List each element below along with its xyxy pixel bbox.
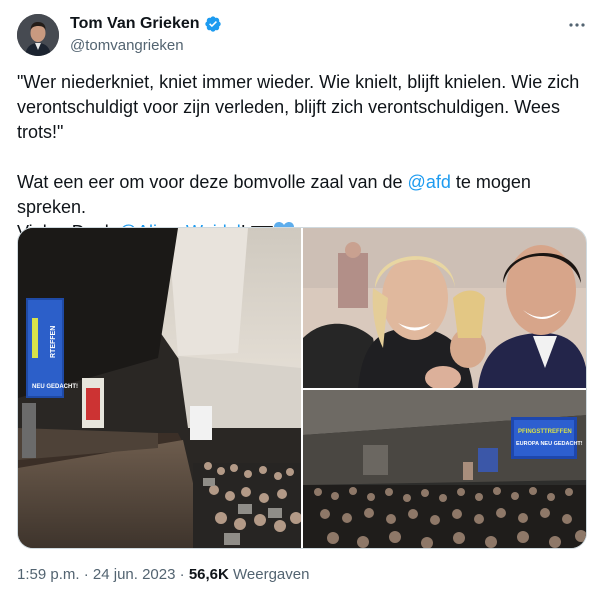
author-display-name[interactable]: Tom Van Grieken [70, 14, 200, 34]
author-name[interactable]: Tom Van Grieken [70, 14, 222, 34]
views-label: Weergaven [228, 566, 310, 583]
tweet-time-link[interactable]: 1:59 p.m. [17, 566, 80, 583]
meta-separator: · [175, 566, 189, 583]
tweet-metadata: 1:59 p.m. · 24 jun. 2023 · 56,6K Weergav… [17, 565, 309, 585]
tweet-text: "Wer niederkniet, kniet immer wieder. Wi… [17, 70, 587, 248]
more-options-button[interactable] [566, 14, 588, 36]
ellipsis-icon [569, 23, 585, 27]
stage-screen-subtext: NEU GEDACHT! [32, 384, 78, 390]
mention-afd-link[interactable]: @afd [408, 172, 451, 192]
verified-badge-icon [204, 16, 221, 32]
avatar[interactable] [17, 14, 59, 56]
media-image-selfie[interactable] [303, 228, 586, 388]
stage-screen-text: RTEFFEN [50, 326, 57, 358]
author-handle[interactable]: @tomvangrieken [70, 36, 184, 56]
media-grid: RTEFFEN NEU GEDACHT! PFINGSTTREFFEN EURO… [17, 227, 587, 549]
hall-screen-subtext: EUROPA NEU GEDACHT! [516, 441, 583, 447]
views-count: 56,6K [188, 566, 229, 583]
media-image-stage[interactable]: RTEFFEN NEU GEDACHT! [18, 228, 301, 548]
media-image-hall[interactable]: PFINGSTTREFFEN EUROPA NEU GEDACHT! [303, 390, 586, 548]
tweet-card: Tom Van Grieken @tomvangrieken "Wer nied… [0, 0, 604, 600]
hall-screen-text: PFINGSTTREFFEN [518, 429, 572, 435]
meta-separator: · [79, 566, 93, 583]
tweet-quote: "Wer niederkniet, kniet immer wieder. Wi… [17, 72, 580, 142]
tweet-date-link[interactable]: 24 jun. 2023 [93, 566, 176, 583]
tweet-line-text: Wat een eer om voor deze bomvolle zaal v… [17, 172, 408, 192]
